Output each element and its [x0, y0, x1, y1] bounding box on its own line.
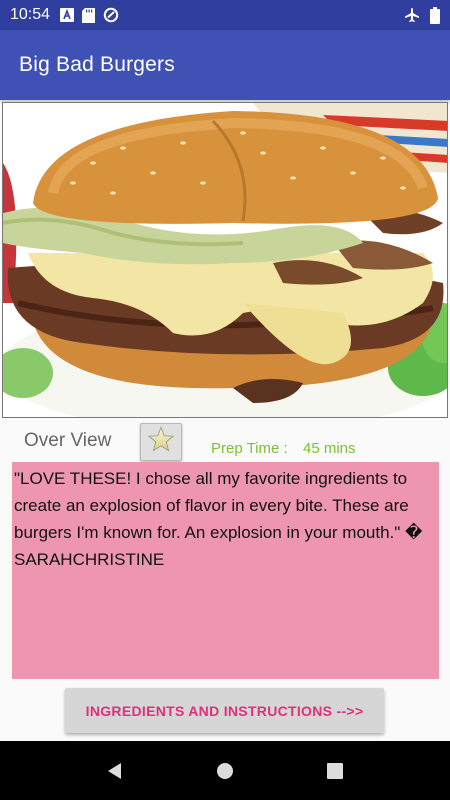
- a-notification-icon: [60, 8, 75, 22]
- prep-time-value: 45 mins: [303, 440, 356, 457]
- nav-home-button[interactable]: [205, 751, 245, 791]
- favorite-star-button[interactable]: [140, 423, 182, 461]
- app-title: Big Bad Burgers: [19, 53, 175, 76]
- sync-icon: [103, 7, 119, 23]
- app-bar: Big Bad Burgers: [0, 30, 450, 100]
- status-time: 10:54: [10, 6, 51, 23]
- description-box: "LOVE THESE! I chose all my favorite ing…: [12, 462, 439, 679]
- nav-recents-button[interactable]: [315, 751, 355, 791]
- burger-image: [2, 102, 448, 418]
- status-icons-left: [60, 7, 119, 23]
- status-bar: 10:54: [0, 0, 450, 30]
- overview-label: Over View: [24, 430, 112, 451]
- back-icon: [108, 762, 121, 779]
- nav-back-button[interactable]: [95, 751, 135, 791]
- description-text: "LOVE THESE! I chose all my favorite ing…: [14, 469, 423, 569]
- screen: 10:54 Big Bad Burgers Over View Prep Tim…: [0, 0, 450, 800]
- prep-time-label: Prep Time :: [211, 440, 288, 457]
- star-icon: [146, 425, 176, 460]
- system-nav-bar: [0, 741, 450, 800]
- status-icons-right: [404, 6, 440, 24]
- battery-icon: [430, 6, 440, 24]
- airplane-mode-icon: [404, 7, 420, 23]
- recents-icon: [327, 762, 343, 779]
- sd-card-icon: [82, 7, 96, 23]
- home-icon: [217, 762, 233, 779]
- ingredients-instructions-button[interactable]: INGREDIENTS AND INSTRUCTIONS -->>: [65, 688, 384, 733]
